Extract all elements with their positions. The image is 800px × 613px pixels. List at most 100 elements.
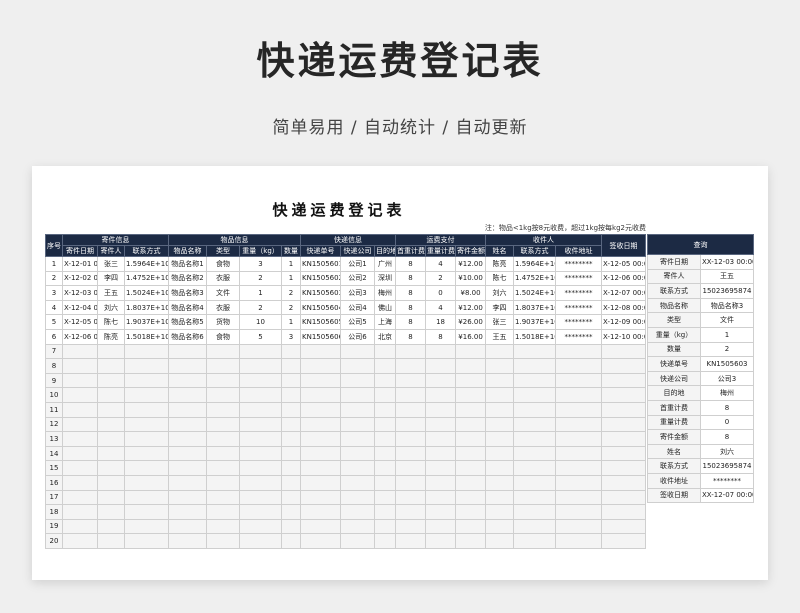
table-cell[interactable] — [340, 401, 376, 418]
table-cell[interactable] — [485, 460, 515, 476]
table-cell[interactable]: KN1505605 — [300, 314, 342, 330]
table-cell[interactable] — [168, 460, 208, 476]
table-cell[interactable]: 刘六 — [97, 299, 125, 316]
table-cell[interactable] — [340, 358, 376, 374]
table-cell[interactable] — [374, 504, 397, 520]
table-cell[interactable]: 8 — [395, 299, 427, 316]
table-cell[interactable] — [455, 431, 487, 447]
table-cell[interactable] — [206, 533, 241, 549]
table-cell[interactable] — [395, 504, 427, 520]
table-cell[interactable]: 物品名称4 — [168, 299, 208, 316]
table-cell[interactable]: 王五 — [97, 285, 125, 301]
table-cell[interactable] — [340, 460, 376, 476]
table-cell[interactable]: 物品名称5 — [168, 314, 208, 330]
table-cell[interactable]: X-12-07 00:0 — [601, 285, 647, 301]
table-cell[interactable] — [601, 504, 647, 520]
table-cell[interactable] — [97, 358, 125, 374]
table-cell[interactable] — [555, 343, 603, 360]
table-cell[interactable] — [455, 401, 487, 418]
table-cell[interactable] — [281, 460, 302, 476]
table-cell[interactable] — [555, 387, 603, 403]
table-cell[interactable] — [374, 372, 397, 389]
table-cell[interactable] — [97, 431, 125, 447]
query-value[interactable]: 15023695874 — [700, 283, 754, 299]
table-cell[interactable] — [555, 504, 603, 520]
table-cell[interactable]: X-12-05 00:0 — [601, 256, 647, 272]
table-cell[interactable] — [555, 474, 603, 491]
table-cell[interactable]: 2 — [239, 270, 283, 287]
table-cell[interactable] — [123, 504, 170, 520]
table-cell[interactable] — [206, 518, 241, 535]
table-cell[interactable] — [425, 474, 457, 491]
table-cell[interactable] — [485, 387, 515, 403]
table-cell[interactable]: 1.8037E+10 — [123, 299, 170, 316]
table-cell[interactable] — [97, 533, 125, 549]
table-cell[interactable] — [340, 445, 376, 462]
table-cell[interactable]: 货物 — [206, 314, 241, 330]
table-cell[interactable] — [62, 533, 98, 549]
table-cell[interactable] — [281, 533, 302, 549]
table-cell[interactable] — [455, 416, 487, 433]
table-cell[interactable] — [513, 489, 557, 506]
table-cell[interactable]: 李四 — [485, 299, 515, 316]
table-cell[interactable] — [97, 518, 125, 535]
table-cell[interactable] — [239, 533, 283, 549]
table-cell[interactable] — [300, 416, 342, 433]
table-cell[interactable]: KN1505602 — [300, 270, 342, 287]
table-cell[interactable] — [425, 358, 457, 374]
table-cell[interactable] — [395, 460, 427, 476]
table-cell[interactable] — [555, 445, 603, 462]
query-value[interactable]: ******** — [700, 472, 754, 489]
table-cell[interactable] — [340, 518, 376, 535]
table-cell[interactable]: 2 — [425, 270, 457, 287]
table-cell[interactable] — [425, 431, 457, 447]
table-cell[interactable] — [168, 416, 208, 433]
table-cell[interactable] — [374, 401, 397, 418]
table-cell[interactable]: 3 — [281, 328, 302, 345]
table-cell[interactable]: 1.5018E+10 — [123, 328, 170, 345]
table-cell[interactable] — [123, 372, 170, 389]
table-cell[interactable] — [239, 358, 283, 374]
table-cell[interactable] — [601, 518, 647, 535]
table-cell[interactable]: ******** — [555, 285, 603, 301]
table-cell[interactable]: ******** — [555, 256, 603, 272]
table-cell[interactable] — [374, 533, 397, 549]
table-cell[interactable] — [601, 474, 647, 491]
table-cell[interactable] — [281, 416, 302, 433]
table-cell[interactable]: 北京 — [374, 328, 397, 345]
table-cell[interactable]: 食物 — [206, 256, 241, 272]
table-cell[interactable] — [395, 431, 427, 447]
table-cell[interactable] — [513, 343, 557, 360]
table-cell[interactable]: X-12-05 00:0 — [62, 314, 98, 330]
table-cell[interactable] — [239, 416, 283, 433]
table-cell[interactable] — [123, 474, 170, 491]
table-cell[interactable] — [395, 343, 427, 360]
table-cell[interactable] — [97, 460, 125, 476]
table-cell[interactable] — [168, 518, 208, 535]
table-cell[interactable]: 3 — [239, 256, 283, 272]
table-cell[interactable] — [97, 372, 125, 389]
table-cell[interactable] — [374, 431, 397, 447]
table-cell[interactable]: 2 — [281, 299, 302, 316]
table-cell[interactable] — [601, 372, 647, 389]
table-cell[interactable] — [395, 445, 427, 462]
table-cell[interactable] — [340, 387, 376, 403]
table-cell[interactable] — [485, 474, 515, 491]
table-cell[interactable]: 1.5018E+10 — [513, 328, 557, 345]
table-cell[interactable] — [425, 489, 457, 506]
query-value[interactable]: 文件 — [700, 312, 754, 328]
table-cell[interactable] — [97, 504, 125, 520]
table-cell[interactable]: ¥10.00 — [455, 270, 487, 287]
table-cell[interactable] — [513, 372, 557, 389]
query-value[interactable]: 刘六 — [700, 443, 754, 460]
table-cell[interactable] — [300, 343, 342, 360]
table-cell[interactable] — [601, 533, 647, 549]
table-cell[interactable]: 1.8037E+10 — [513, 299, 557, 316]
table-cell[interactable] — [425, 445, 457, 462]
table-cell[interactable] — [455, 372, 487, 389]
table-cell[interactable]: 5 — [239, 328, 283, 345]
table-cell[interactable] — [97, 343, 125, 360]
table-cell[interactable] — [239, 401, 283, 418]
query-value[interactable]: KN1505603 — [700, 356, 754, 372]
table-cell[interactable]: ******** — [555, 270, 603, 287]
